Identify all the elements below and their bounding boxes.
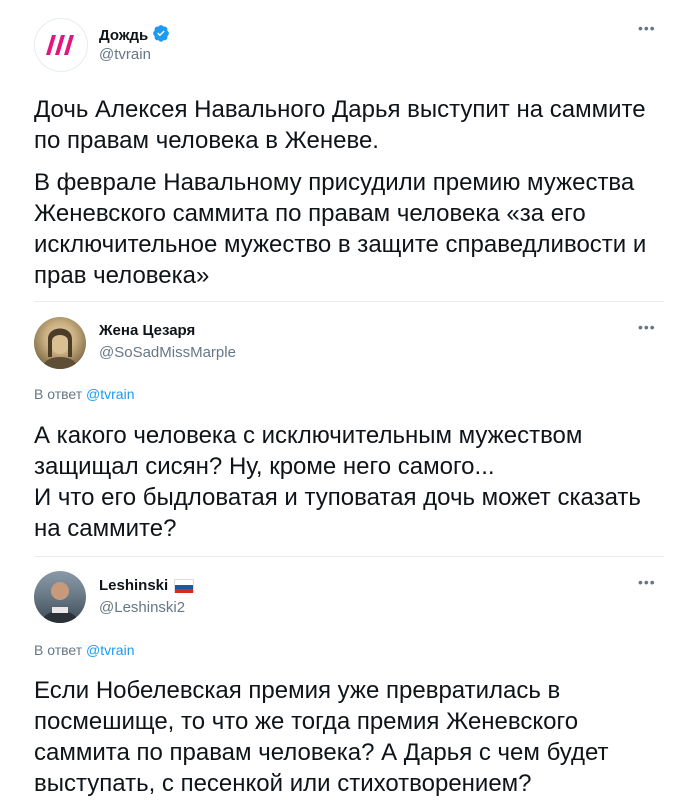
author-handle[interactable]: @SoSadMissMarple [99,344,236,361]
reply-context: В ответ @tvrain [34,386,134,402]
tweet-text-line-1: А какого человека с исключительным мужес… [34,422,583,480]
author-handle[interactable]: @tvrain [99,46,151,63]
avatar[interactable] [34,317,86,369]
tvrain-logo-icon [46,35,74,55]
more-dots-icon[interactable]: ••• [638,319,656,335]
tweet-text-paragraph-2: В феврале Навальному присудили премию му… [34,169,647,289]
verified-badge-icon [152,24,170,46]
author-name[interactable]: Leshinski [99,577,195,594]
tweet-text: Если Нобелевская премия уже превратилась… [34,677,609,797]
reply-prefix: В ответ [34,642,83,658]
tweet-tvrain: Дождь @tvrain ••• Дочь Алексея Навальног… [0,0,681,300]
reply-prefix: В ответ [34,386,83,402]
more-dots-icon[interactable]: ••• [638,574,656,590]
russian-flag-icon [174,578,195,593]
more-dots-icon[interactable]: ••• [638,20,656,36]
person-photo-icon [42,582,78,623]
tweet-reply-2: Leshinski @Leshinski2 ••• В ответ @tvrai… [0,557,681,812]
tweet-text-paragraph-1: Дочь Алексея Навального Дарья выступит н… [34,96,646,154]
author-name-text[interactable]: Дождь [99,27,148,44]
author-name-text[interactable]: Leshinski [99,577,168,594]
author-handle[interactable]: @Leshinski2 [99,599,185,616]
author-name[interactable]: Жена Цезаря [99,322,195,339]
tweet-text-line-2: И что его быдловатая и туповатая дочь мо… [34,484,641,542]
avatar[interactable] [34,571,86,623]
portrait-icon [44,328,76,369]
reply-context: В ответ @tvrain [34,642,134,658]
tweet-reply-1: Жена Цезаря @SoSadMissMarple ••• В ответ… [0,302,681,556]
reply-to-link[interactable]: @tvrain [86,642,134,658]
reply-to-link[interactable]: @tvrain [86,386,134,402]
author-name[interactable]: Дождь [99,24,170,46]
tvrain-logo-avatar[interactable] [34,18,88,72]
